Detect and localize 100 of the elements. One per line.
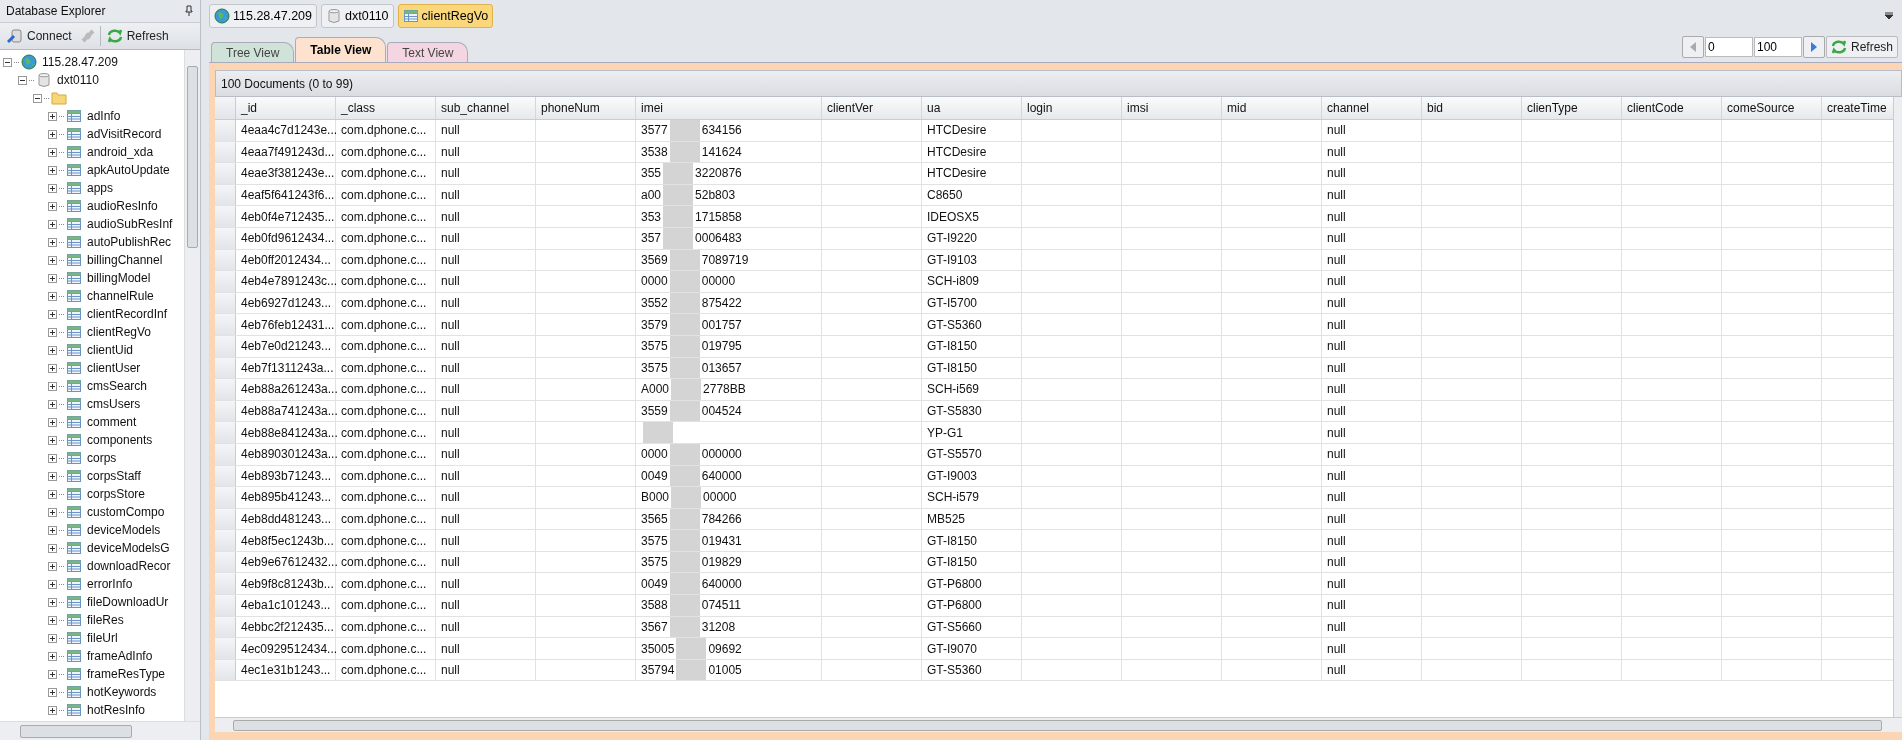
scrollbar[interactable] — [215, 717, 1902, 732]
expand-toggle[interactable] — [48, 579, 57, 589]
breadcrumb-item[interactable]: 115.28.47.209 — [209, 4, 317, 28]
limit-field[interactable]: 100 — [1753, 37, 1802, 57]
tree-item[interactable]: cmsSearch — [84, 379, 148, 393]
expand-toggle[interactable] — [48, 381, 57, 391]
expand-toggle[interactable] — [48, 255, 57, 265]
scrollbar[interactable] — [1893, 97, 1902, 717]
tree-item[interactable]: deviceModels — [84, 523, 161, 537]
tree-item[interactable]: 115.28.47.209 — [39, 55, 118, 69]
expand-toggle[interactable] — [48, 471, 57, 481]
refresh-button[interactable]: Refresh — [1825, 36, 1898, 58]
tree-item[interactable]: apkAutoUpdate — [84, 163, 170, 177]
tree-item[interactable]: frameAdInfo — [84, 649, 153, 663]
column-header[interactable]: _class — [336, 97, 436, 119]
expand-toggle[interactable] — [48, 327, 57, 337]
column-header[interactable]: channel — [1322, 97, 1422, 119]
expand-toggle[interactable] — [48, 489, 57, 499]
tree-item[interactable]: dxt0110 — [54, 73, 99, 87]
expand-toggle[interactable] — [48, 273, 57, 283]
column-header[interactable]: imei — [636, 97, 822, 119]
expand-toggle[interactable] — [48, 291, 57, 301]
pin-icon[interactable] — [184, 5, 194, 17]
column-header[interactable]: mid — [1222, 97, 1322, 119]
tree-item[interactable]: autoPublishRec — [84, 235, 172, 249]
breadcrumb-item[interactable]: clientRegVo — [397, 4, 494, 28]
expand-toggle[interactable] — [48, 597, 57, 607]
tree-item[interactable]: errorInfo — [84, 577, 133, 591]
expand-toggle[interactable] — [48, 219, 57, 229]
tree-item[interactable]: adVisitRecord — [84, 127, 162, 141]
refresh-button[interactable]: Refresh — [102, 26, 173, 46]
tree-item[interactable]: apps — [84, 181, 114, 195]
expand-toggle[interactable] — [48, 507, 57, 517]
tree-item[interactable]: fileUrl — [84, 631, 118, 645]
column-header[interactable]: clienType — [1522, 97, 1622, 119]
tree-item[interactable]: adInfo — [84, 109, 121, 123]
collapse-toggle[interactable] — [33, 93, 42, 103]
expand-toggle[interactable] — [48, 525, 57, 535]
expand-toggle[interactable] — [48, 453, 57, 463]
expand-toggle[interactable] — [48, 561, 57, 571]
tree-item[interactable]: comment — [84, 415, 137, 429]
expand-toggle[interactable] — [48, 237, 57, 247]
tree-item[interactable]: clientUser — [84, 361, 141, 375]
tree-item[interactable]: frameResType — [84, 667, 166, 681]
offset-field[interactable]: 0 — [1704, 37, 1753, 57]
tree-item[interactable]: deviceModelsG — [84, 541, 170, 555]
expand-toggle[interactable] — [48, 165, 57, 175]
tree-item[interactable]: customCompo — [84, 505, 165, 519]
expand-toggle[interactable] — [48, 147, 57, 157]
column-header[interactable]: imsi — [1122, 97, 1222, 119]
column-header[interactable]: ua — [922, 97, 1022, 119]
tree-item[interactable]: fileDownloadUr — [84, 595, 169, 609]
tree-item[interactable]: audioSubResInf — [84, 217, 173, 231]
expand-toggle[interactable] — [48, 363, 57, 373]
expand-toggle[interactable] — [48, 129, 57, 139]
tree-item[interactable]: cmsUsers — [84, 397, 141, 411]
tree-item[interactable]: fileRes — [84, 613, 124, 627]
expand-toggle[interactable] — [48, 309, 57, 319]
column-header[interactable]: sub_channel — [436, 97, 536, 119]
tree-item[interactable]: hotKeywords — [84, 685, 157, 699]
expand-toggle[interactable] — [48, 687, 57, 697]
tree-item[interactable]: clientRegVo — [84, 325, 152, 339]
expand-toggle[interactable] — [48, 345, 57, 355]
expand-toggle[interactable] — [48, 183, 57, 193]
expand-toggle[interactable] — [48, 615, 57, 625]
tree-item[interactable]: corpsStore — [84, 487, 146, 501]
column-header[interactable]: comeSource — [1722, 97, 1822, 119]
tree-item[interactable]: downloadRecor — [84, 559, 171, 573]
collapse-toggle[interactable] — [18, 75, 27, 85]
scrollbar[interactable] — [184, 50, 200, 721]
expand-toggle[interactable] — [48, 399, 57, 409]
expand-toggle[interactable] — [48, 201, 57, 211]
tree-item[interactable]: billingModel — [84, 271, 151, 285]
tree-item[interactable]: hotResInfo — [84, 703, 146, 717]
breadcrumb-item[interactable]: dxt0110 — [321, 4, 394, 28]
tree-item[interactable]: components — [84, 433, 153, 447]
tree-item[interactable]: clientUid — [84, 343, 134, 357]
tree-item[interactable]: corps — [84, 451, 117, 465]
column-header[interactable]: bid — [1422, 97, 1522, 119]
scrollbar[interactable] — [0, 721, 200, 740]
expand-toggle[interactable] — [48, 111, 57, 121]
column-header[interactable]: clientVer — [822, 97, 922, 119]
expand-toggle[interactable] — [48, 651, 57, 661]
expand-toggle[interactable] — [48, 669, 57, 679]
tree-item[interactable]: billingChannel — [84, 253, 163, 267]
collapse-toggle[interactable] — [3, 57, 12, 67]
expand-toggle[interactable] — [48, 543, 57, 553]
expand-toggle[interactable] — [48, 705, 57, 715]
tree-item[interactable]: audioResInfo — [84, 199, 158, 213]
expand-toggle[interactable] — [48, 633, 57, 643]
expand-toggle[interactable] — [48, 417, 57, 427]
connect-button[interactable]: Connect — [3, 26, 76, 46]
tree-item[interactable]: clientRecordInf — [84, 307, 168, 321]
column-header[interactable]: login — [1022, 97, 1122, 119]
view-tab[interactable]: Text View — [387, 42, 469, 62]
view-tab[interactable]: Tree View — [211, 42, 295, 62]
view-tab[interactable]: Table View — [295, 37, 387, 62]
column-header[interactable]: phoneNum — [536, 97, 636, 119]
tree-item[interactable]: corpsStaff — [84, 469, 141, 483]
tree-item[interactable]: android_xda — [84, 145, 154, 159]
